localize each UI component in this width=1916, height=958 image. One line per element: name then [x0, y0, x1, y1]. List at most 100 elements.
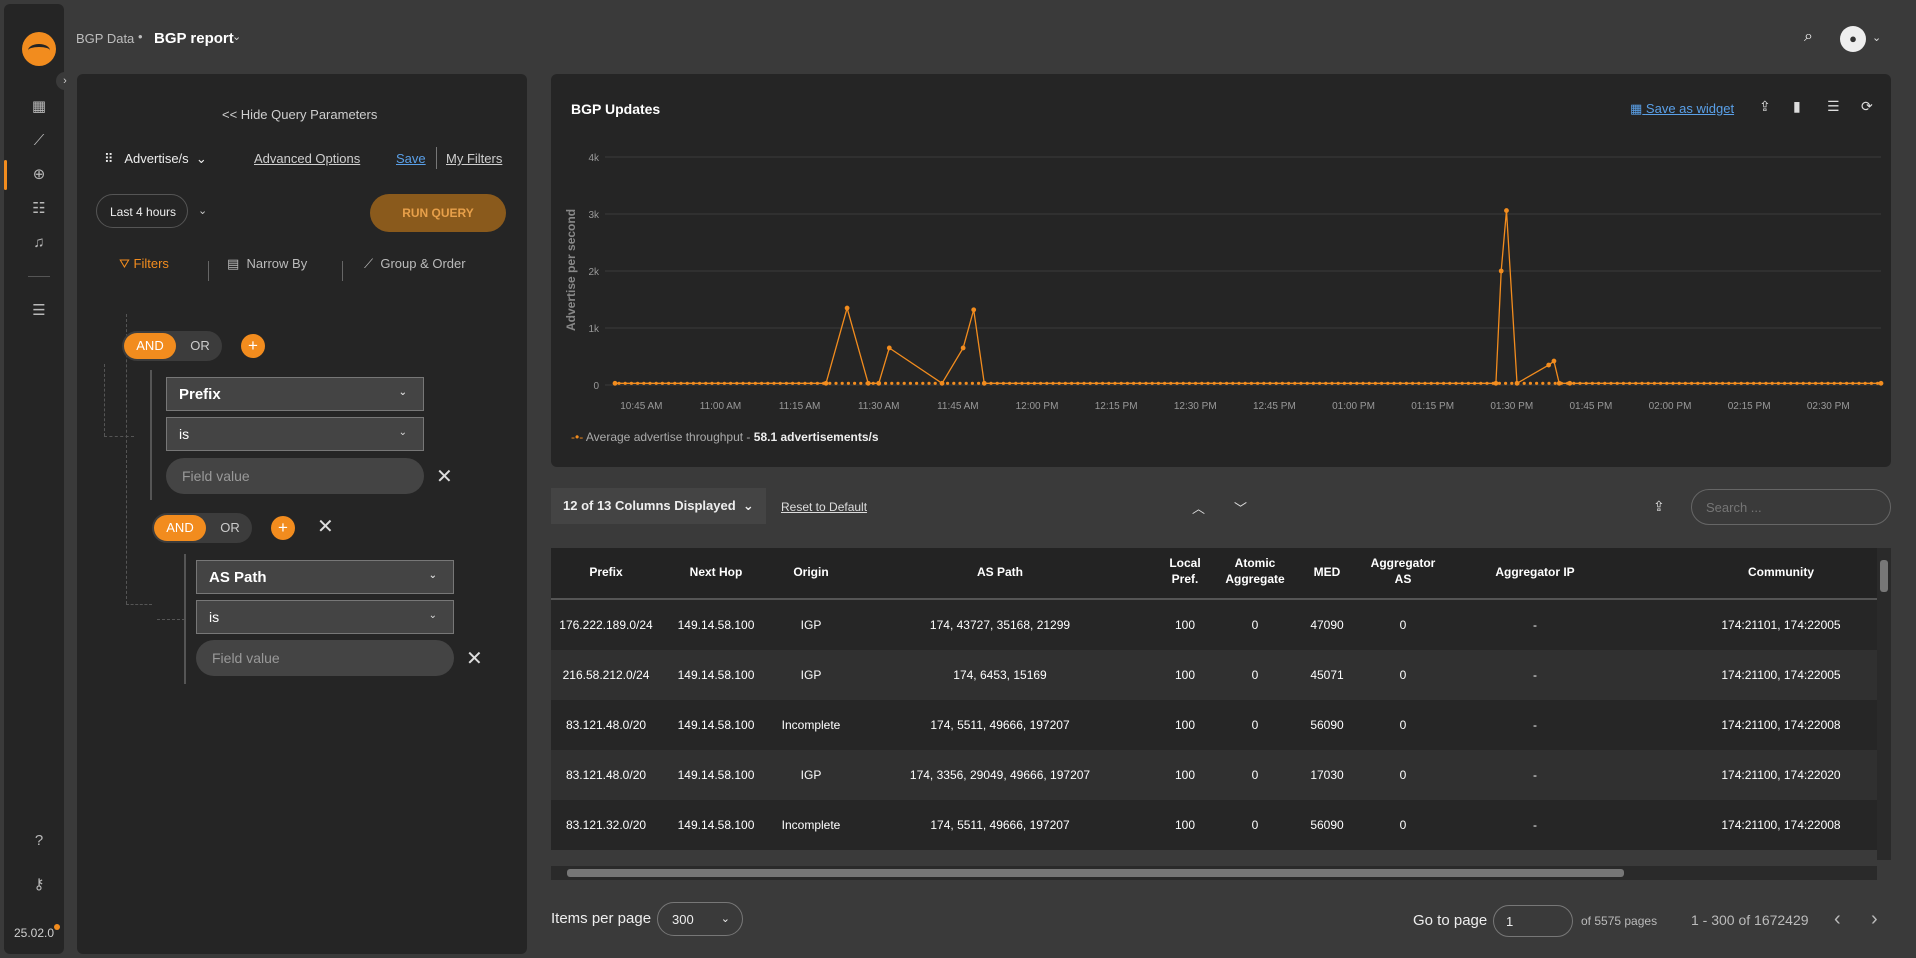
baseline-point [859, 381, 863, 385]
table-row[interactable]: 83.121.48.0/20 149.14.58.100 IGP 174, 3356,… [551, 750, 1877, 800]
baseline-point [1646, 381, 1650, 385]
close-icon[interactable]: ✕ [436, 464, 453, 489]
time-range-select[interactable]: Last 4 hours [96, 194, 188, 228]
user-avatar-icon[interactable]: ● [1840, 26, 1866, 52]
scrollbar-thumb[interactable] [567, 869, 1624, 877]
items-per-page-select[interactable]: 300 ⌄ [657, 902, 743, 936]
data-point [1567, 380, 1573, 386]
table-cell: 0 [1399, 718, 1407, 732]
bgp-icon[interactable]: ⊕ [4, 160, 50, 190]
table-row[interactable]: 83.121.48.0/20 149.14.58.100 Incomplete 174… [551, 700, 1877, 750]
baseline-point [1293, 381, 1297, 385]
and-option[interactable]: AND [124, 333, 176, 359]
or-option[interactable]: OR [180, 333, 220, 359]
baseline-point [915, 381, 919, 385]
vertical-scrollbar[interactable] [1877, 548, 1891, 860]
dashboards-icon[interactable]: ▦ [28, 96, 50, 118]
goto-page-input[interactable] [1493, 905, 1573, 937]
close-icon[interactable]: ✕ [466, 646, 483, 671]
data-point [876, 380, 882, 386]
tab-filters[interactable]: ⛛ Filters [119, 256, 169, 272]
chevron-down-icon[interactable]: ﹀ [1234, 498, 1247, 517]
reset-to-default-link[interactable]: Reset to Default [781, 500, 867, 514]
table-row[interactable]: 216.58.212.0/24 149.14.58.100 IGP 174, 6453… [551, 650, 1877, 700]
save-link[interactable]: Save [396, 151, 426, 166]
column-header-prefix[interactable]: Prefix [589, 564, 622, 580]
key-icon[interactable]: ⚷ [28, 874, 50, 896]
operator-select[interactable]: is ⌄ [196, 600, 454, 634]
baseline-point [673, 381, 677, 385]
run-query-button[interactable]: RUN QUERY [370, 194, 506, 232]
y-axis-label: Advertise per second [564, 209, 578, 331]
column-header-local-pref[interactable]: Local Pref. [1163, 555, 1207, 587]
field-select[interactable]: AS Path ⌄ [196, 560, 454, 594]
table-cell: 174:21100, 174:22020 [1721, 768, 1841, 782]
table-row[interactable]: 176.222.189.0/24 149.14.58.100 IGP 174, 437… [551, 600, 1877, 650]
horizontal-scrollbar[interactable] [551, 866, 1877, 880]
tab-group-order[interactable]: ⟋ Group & Order [364, 256, 466, 272]
page-title[interactable]: BGP report [154, 30, 234, 47]
y-tick-label: 0 [593, 381, 599, 392]
baseline-point [1026, 381, 1030, 385]
tab-narrow-by[interactable]: ▤ Narrow By [227, 256, 307, 272]
table-cell: 149.14.58.100 [677, 668, 755, 682]
reports-icon[interactable]: ☷ [28, 198, 50, 220]
baseline-point [1125, 381, 1129, 385]
table-row[interactable]: 83.121.32.0/20 149.14.58.100 Incomplete 174… [551, 800, 1877, 850]
chevron-up-icon[interactable]: ︿ [1192, 498, 1205, 517]
column-header-aggregator-as[interactable]: Aggregator AS [1368, 555, 1438, 587]
column-header-aggregator-ip[interactable]: Aggregator IP [1495, 564, 1574, 580]
or-option[interactable]: OR [210, 515, 250, 541]
baseline-point [760, 381, 764, 385]
breadcrumb-root[interactable]: BGP Data [76, 31, 134, 46]
x-tick-label: 02:15 PM [1728, 401, 1771, 412]
baseline-point [1770, 381, 1774, 385]
expand-rail-icon[interactable]: › [56, 72, 74, 90]
table-cell: 0 [1251, 618, 1259, 632]
and-option[interactable]: AND [154, 515, 206, 541]
add-condition-button[interactable]: + [241, 334, 265, 358]
logic-toggle[interactable]: AND OR [152, 513, 252, 543]
column-header-origin[interactable]: Origin [793, 564, 828, 580]
advanced-options-link[interactable]: Advanced Options [254, 151, 360, 166]
export-icon[interactable]: ⇪ [1653, 498, 1665, 515]
baseline-point [1305, 381, 1309, 385]
help-icon[interactable]: ? [28, 830, 50, 852]
add-condition-button[interactable]: + [271, 516, 295, 540]
column-header-med[interactable]: MED [1314, 564, 1341, 580]
table-search-input[interactable] [1691, 489, 1891, 525]
logic-toggle[interactable]: AND OR [122, 331, 222, 361]
baseline-point [834, 381, 838, 385]
baseline-point [1584, 381, 1588, 385]
field-value-input[interactable]: Field value [196, 640, 454, 676]
my-filters-link[interactable]: My Filters [446, 151, 502, 166]
metric-label: Advertise/s [124, 151, 189, 166]
prev-page-icon[interactable]: ‹ [1834, 908, 1841, 931]
field-select[interactable]: Prefix ⌄ [166, 377, 424, 411]
metrics-icon[interactable]: ⟋ [28, 130, 50, 152]
column-header-as-path[interactable]: AS Path [977, 564, 1023, 580]
next-page-icon[interactable]: › [1871, 908, 1878, 931]
table-cell: 216.58.212.0/24 [562, 668, 650, 682]
hide-query-parameters[interactable]: << Hide Query Parameters [222, 107, 377, 122]
close-icon[interactable]: ✕ [317, 514, 334, 539]
operator-select[interactable]: is ⌄ [166, 417, 424, 451]
scrollbar-thumb[interactable] [1880, 560, 1888, 592]
chevron-down-icon[interactable]: ⌄ [1872, 31, 1881, 44]
column-header-next-hop[interactable]: Next Hop [690, 564, 743, 580]
chevron-down-icon[interactable]: ⌄ [198, 204, 207, 217]
baseline-point [1119, 381, 1123, 385]
alerts-icon[interactable]: ♫ [28, 232, 50, 254]
field-value-input[interactable]: Field value [166, 458, 424, 494]
brand-logo[interactable] [22, 32, 56, 66]
columns-displayed-select[interactable]: 12 of 13 Columns Displayed ⌄ [551, 488, 766, 524]
column-header-atomic-aggregate[interactable]: Atomic Aggregate [1220, 555, 1290, 587]
search-icon[interactable]: ⌕ [1804, 28, 1824, 48]
baseline-point [1039, 381, 1043, 385]
metric-selector[interactable]: ⠿ Advertise/s ⌄ [104, 151, 207, 167]
table-cell: 174, 6453, 15169 [953, 668, 1047, 682]
chevron-down-icon[interactable]: ⌄ [232, 30, 241, 43]
column-header-community[interactable]: Community [1748, 564, 1814, 580]
hide-query-label: Hide Query Parameters [240, 107, 378, 122]
settings-sliders-icon[interactable]: ☰ [28, 300, 50, 322]
